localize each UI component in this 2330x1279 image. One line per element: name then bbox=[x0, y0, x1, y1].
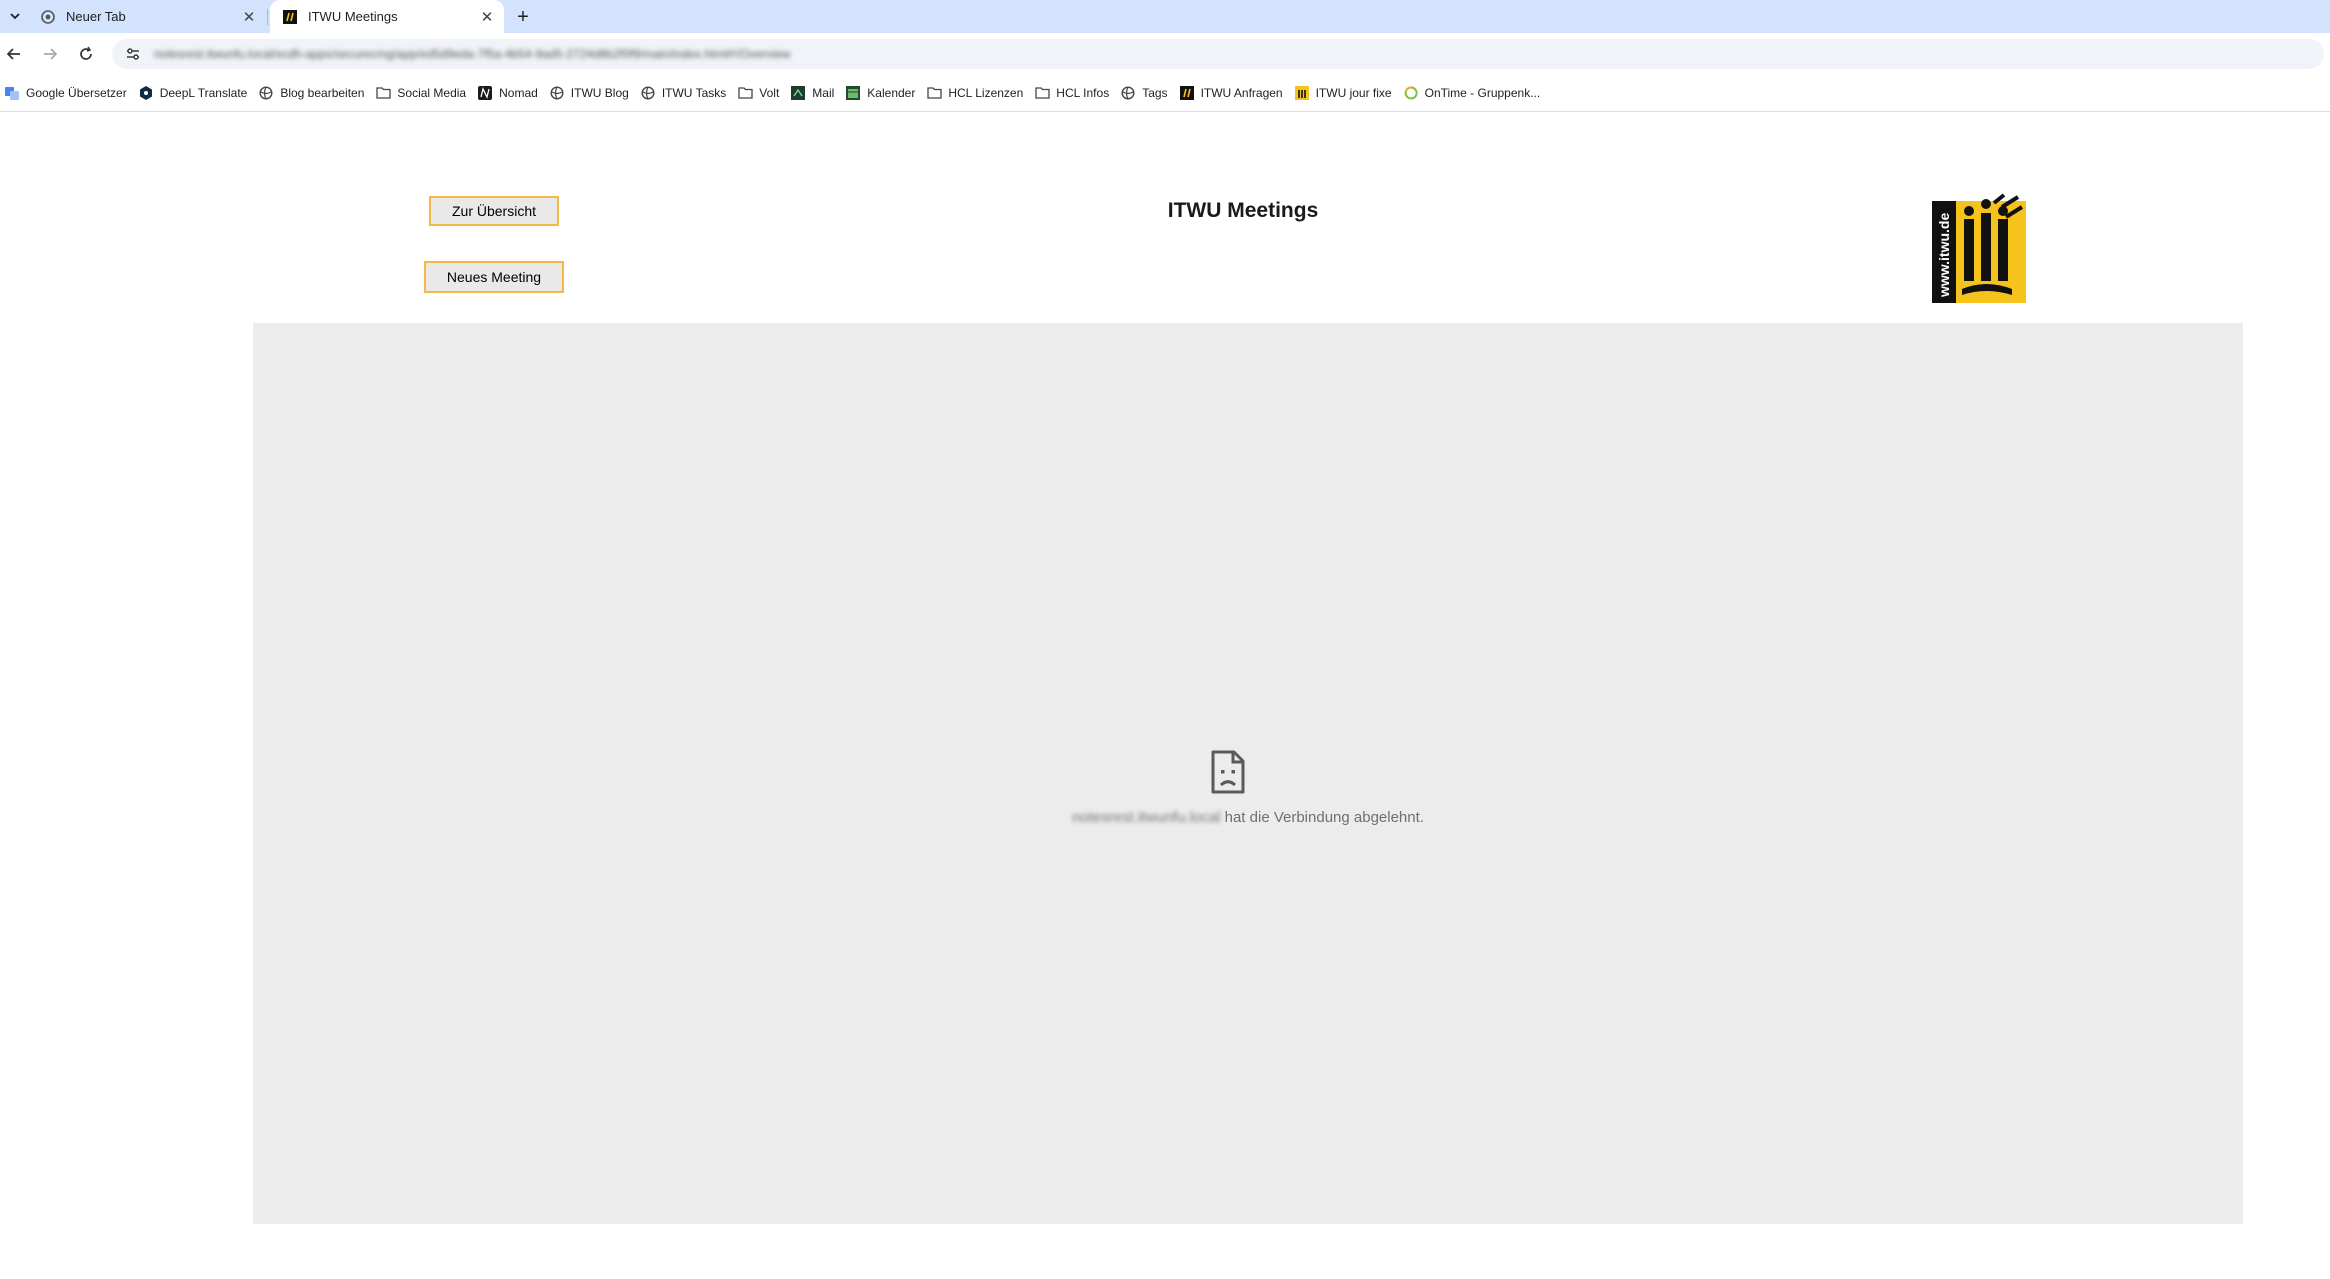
ontime-icon bbox=[1403, 85, 1419, 101]
bookmark-blog-bearbeiten[interactable]: Blog bearbeiten bbox=[254, 80, 371, 106]
tab-divider bbox=[267, 9, 268, 25]
bookmark-nomad[interactable]: Nomad bbox=[473, 80, 545, 106]
tab-title: Neuer Tab bbox=[66, 9, 126, 24]
bookmark-label: DeepL Translate bbox=[159, 85, 248, 100]
bookmark-label: Blog bearbeiten bbox=[280, 85, 365, 100]
bookmark-label: ITWU Blog bbox=[570, 85, 629, 100]
page-content: Zur Übersicht Neues Meeting ITWU Meeting… bbox=[0, 113, 2330, 1279]
bookmark-label: Kalender bbox=[867, 85, 916, 100]
tab-title: ITWU Meetings bbox=[308, 9, 398, 24]
bookmark-kalender[interactable]: Kalender bbox=[841, 80, 922, 106]
bookmark-label: Volt bbox=[759, 85, 780, 100]
new-tab-button[interactable]: + bbox=[510, 4, 536, 30]
embedded-frame: notesrest.itwunfu.local hat die Verbindu… bbox=[253, 323, 2243, 1224]
bookmark-google-uebersetzer[interactable]: Google Übersetzer bbox=[0, 80, 134, 106]
sad-page-icon bbox=[1211, 750, 1245, 794]
error-text: hat die Verbindung abgelehnt. bbox=[1220, 809, 1424, 826]
bookmark-itwu-tasks[interactable]: ITWU Tasks bbox=[636, 80, 733, 106]
calendar-icon bbox=[845, 85, 861, 101]
new-meeting-button[interactable]: Neues Meeting bbox=[424, 261, 564, 293]
site-info-icon[interactable] bbox=[118, 39, 148, 69]
forward-arrow-icon[interactable] bbox=[36, 40, 64, 68]
folder-icon bbox=[737, 85, 753, 101]
itwu-yellow-icon bbox=[1294, 85, 1310, 101]
address-bar[interactable]: notesrest.itwunfu.local/xcdh-apps/secure… bbox=[112, 39, 2324, 69]
browser-toolbar: notesrest.itwunfu.local/xcdh-apps/secure… bbox=[0, 33, 2330, 112]
bookmark-folder-volt[interactable]: Volt bbox=[733, 80, 786, 106]
bookmark-label: HCL Lizenzen bbox=[948, 85, 1024, 100]
itwu-icon bbox=[1179, 85, 1195, 101]
back-arrow-icon[interactable] bbox=[0, 40, 28, 68]
page-title: ITWU Meetings bbox=[1167, 199, 1319, 222]
bookmark-label: Mail bbox=[812, 85, 835, 100]
close-tab-icon[interactable]: ✕ bbox=[238, 6, 260, 28]
bookmark-label: Social Media bbox=[397, 85, 467, 100]
bookmark-itwu-blog[interactable]: ITWU Blog bbox=[545, 80, 636, 106]
bookmark-deepl-translate[interactable]: DeepL Translate bbox=[134, 80, 255, 106]
chrome-icon bbox=[40, 9, 56, 25]
bookmark-mail[interactable]: Mail bbox=[786, 80, 841, 106]
tab-strip: Neuer Tab ✕ ITWU Meetings ✕ + bbox=[0, 0, 2330, 33]
bookmark-label: ITWU Anfragen bbox=[1200, 85, 1283, 100]
url-text: notesrest.itwunfu.local/xcdh-apps/secure… bbox=[154, 47, 791, 61]
bookmark-label: ITWU jour fixe bbox=[1315, 85, 1392, 100]
folder-icon bbox=[926, 85, 942, 101]
bookmark-itwu-anfragen[interactable]: ITWU Anfragen bbox=[1175, 80, 1290, 106]
bookmark-label: Google Übersetzer bbox=[26, 85, 127, 100]
itwu-favicon bbox=[282, 9, 298, 25]
deepl-icon bbox=[138, 85, 154, 101]
globe-icon bbox=[258, 85, 274, 101]
bookmark-label: ITWU Tasks bbox=[661, 85, 727, 100]
folder-icon bbox=[1034, 85, 1050, 101]
nomad-icon bbox=[477, 85, 493, 101]
connection-error-message: notesrest.itwunfu.local hat die Verbindu… bbox=[253, 809, 2243, 826]
logo-text: www.itwu.de bbox=[1936, 213, 1952, 298]
tab-search-chevron-icon[interactable] bbox=[4, 5, 26, 27]
close-tab-icon[interactable]: ✕ bbox=[476, 6, 498, 28]
bookmark-folder-hcl-lizenzen[interactable]: HCL Lizenzen bbox=[922, 80, 1030, 106]
bookmark-label: OnTime - Gruppenk... bbox=[1424, 85, 1541, 100]
tab-neuer-tab[interactable]: Neuer Tab ✕ bbox=[28, 0, 266, 33]
overview-button[interactable]: Zur Übersicht bbox=[429, 196, 559, 226]
bookmark-ontime[interactable]: OnTime - Gruppenk... bbox=[1399, 80, 1548, 106]
globe-icon bbox=[640, 85, 656, 101]
bookmark-tags[interactable]: Tags bbox=[1116, 80, 1174, 106]
mail-icon bbox=[790, 85, 806, 101]
folder-icon bbox=[375, 85, 391, 101]
itwu-logo: www.itwu.de bbox=[1932, 193, 2026, 303]
globe-icon bbox=[549, 85, 565, 101]
globe-icon bbox=[1120, 85, 1136, 101]
bookmarks-bar: Google Übersetzer DeepL Translate Blog b… bbox=[0, 79, 2330, 106]
tab-itwu-meetings[interactable]: ITWU Meetings ✕ bbox=[270, 0, 504, 33]
bookmark-itwu-jour-fixe[interactable]: ITWU jour fixe bbox=[1290, 80, 1399, 106]
bookmark-label: HCL Infos bbox=[1056, 85, 1110, 100]
error-host: notesrest.itwunfu.local bbox=[1072, 809, 1221, 826]
bookmark-label: Tags bbox=[1142, 85, 1168, 100]
bookmark-folder-social-media[interactable]: Social Media bbox=[371, 80, 473, 106]
reload-icon[interactable] bbox=[72, 40, 100, 68]
translate-icon bbox=[4, 85, 20, 101]
bookmark-folder-hcl-infos[interactable]: HCL Infos bbox=[1030, 80, 1116, 106]
bookmark-label: Nomad bbox=[499, 85, 538, 100]
